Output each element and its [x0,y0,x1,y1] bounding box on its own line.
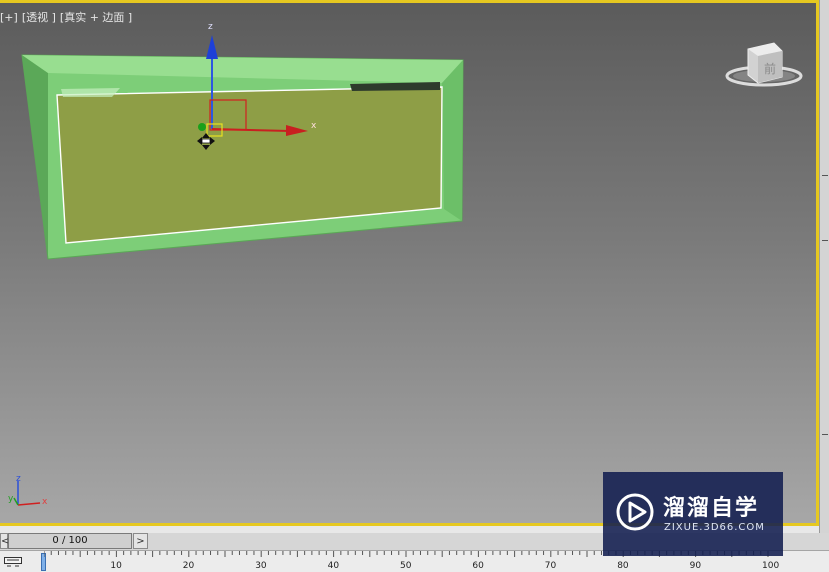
axis-x-label: x [42,497,48,507]
next-frame-button[interactable]: > [133,533,148,549]
axis-y-label: y [8,494,14,504]
ruler-label: 10 [110,561,122,571]
right-panel-edge[interactable] [819,0,829,571]
ruler-label: 100 [762,561,779,571]
ruler-label: 60 [472,561,484,571]
gizmo-z-label: z [208,22,213,32]
ruler-label: 80 [617,561,629,571]
selected-box-object[interactable] [21,54,464,260]
time-slider[interactable]: 0 / 100 [8,533,132,549]
perspective-viewport[interactable]: [+] [透视 ] [真实 + 边面 ] z x 前 z x y [0,0,819,526]
ruler-label: 50 [400,561,412,571]
watermark-url: ZIXUE.3D66.COM [664,522,765,533]
ruler-label: 40 [328,561,340,571]
world-axis-tripod: z x y [8,474,48,507]
viewcube-icon[interactable]: 前 [724,39,804,95]
previous-frame-button[interactable]: < [0,533,9,549]
gizmo-x-label: x [311,121,317,131]
curve-editor-icon[interactable] [4,557,22,569]
viewcube-front-label: 前 [764,61,776,76]
gizmo-z-arrow[interactable] [206,35,218,59]
ruler-label: 30 [255,561,267,571]
watermark-brand: 溜溜自学 [663,496,760,521]
axis-z-label: z [16,474,21,484]
gizmo-y-handle [198,123,206,131]
play-logo-icon [616,493,654,531]
ruler-label: 20 [183,561,195,571]
scene-canvas[interactable]: z x [0,3,819,526]
ruler-label: 90 [690,561,702,571]
ruler-label: 70 [545,561,557,571]
watermark: 溜溜自学 ZIXUE.3D66.COM [603,472,783,556]
